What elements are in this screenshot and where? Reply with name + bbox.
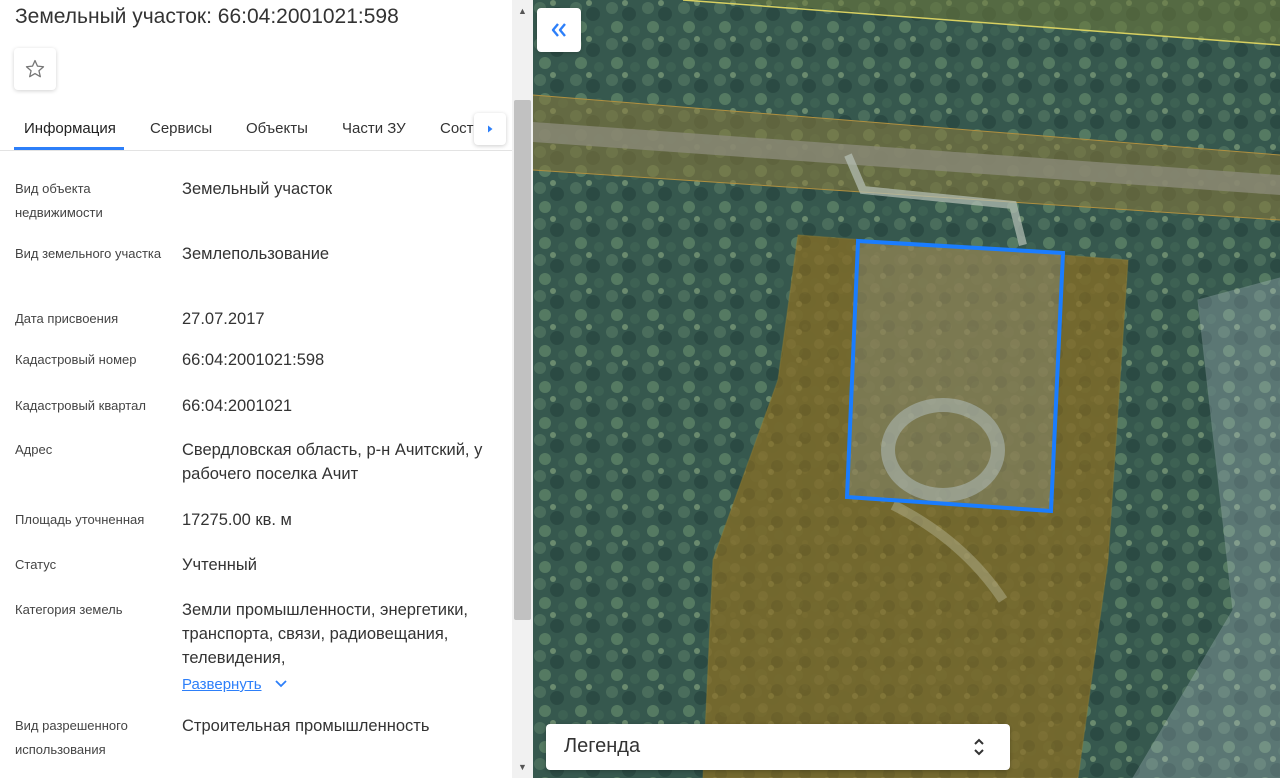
info-label: Вид земельного участка xyxy=(15,246,162,261)
caret-right-icon xyxy=(488,125,493,133)
info-value: 66:04:2001021 xyxy=(182,397,293,415)
info-value: Учтенный xyxy=(182,556,257,574)
info-label: Вид объекта недвижимости xyxy=(15,181,103,220)
satellite-map xyxy=(533,0,1280,778)
info-label: Кадастровый квартал xyxy=(15,398,146,413)
tab-objects[interactable]: Объекты xyxy=(246,120,308,137)
map-view[interactable] xyxy=(533,0,1280,778)
panel-scrollbar[interactable]: ▲ ▼ xyxy=(512,0,533,778)
info-value: Свердловская область, р-н Ачитский, у ра… xyxy=(182,441,483,483)
info-label: Кадастровый номер xyxy=(15,352,137,367)
tab-information[interactable]: Информация xyxy=(24,120,116,137)
info-value: 66:04:2001021:598 xyxy=(182,351,325,369)
chevron-down-icon xyxy=(275,680,287,688)
tab-services[interactable]: Сервисы xyxy=(150,120,212,137)
favorite-button[interactable] xyxy=(14,48,56,90)
up-down-arrows-icon xyxy=(974,738,984,756)
collapse-panel-button[interactable] xyxy=(537,8,581,52)
info-value: 27.07.2017 xyxy=(182,310,265,328)
tab-parts[interactable]: Части ЗУ xyxy=(342,120,406,137)
page-title: Земельный участок: 66:04:2001021:598 xyxy=(15,5,399,28)
scroll-down-arrow-icon[interactable]: ▼ xyxy=(512,758,533,776)
double-chevron-left-icon xyxy=(551,23,566,37)
info-value: Землепользование xyxy=(182,245,330,263)
info-value: Земли промышленности, энергетики, трансп… xyxy=(182,598,502,697)
info-label: Площадь уточненная xyxy=(15,512,145,527)
tabs-next-button[interactable] xyxy=(474,113,506,145)
info-label: Вид разрешенного использования xyxy=(15,718,128,757)
scroll-up-arrow-icon[interactable]: ▲ xyxy=(512,2,533,20)
tab-composition[interactable]: Сост xyxy=(440,120,474,137)
legend-dropdown[interactable]: Легенда xyxy=(546,724,1010,770)
expand-link[interactable]: Развернуть xyxy=(182,672,502,697)
category-text: Земли промышленности, энергетики, трансп… xyxy=(182,601,469,667)
info-value: 17275.00 кв. м xyxy=(182,511,292,529)
info-label: Дата присвоения xyxy=(15,311,119,326)
active-tab-indicator xyxy=(14,147,124,150)
tabs-bar: Информация Сервисы Объекты Части ЗУ Сост xyxy=(0,108,512,151)
info-label: Категория земель xyxy=(15,602,123,617)
scroll-thumb[interactable] xyxy=(514,100,531,620)
info-value: Земельный участок xyxy=(182,180,333,198)
info-value: Строительная промышленность xyxy=(182,717,430,735)
legend-label: Легенда xyxy=(564,735,641,757)
info-panel: Земельный участок: 66:04:2001021:598 Инф… xyxy=(0,0,512,778)
expand-link-label: Развернуть xyxy=(182,676,262,693)
info-label: Адрес xyxy=(15,442,53,457)
info-label: Статус xyxy=(15,557,57,572)
star-outline-icon xyxy=(25,59,45,78)
